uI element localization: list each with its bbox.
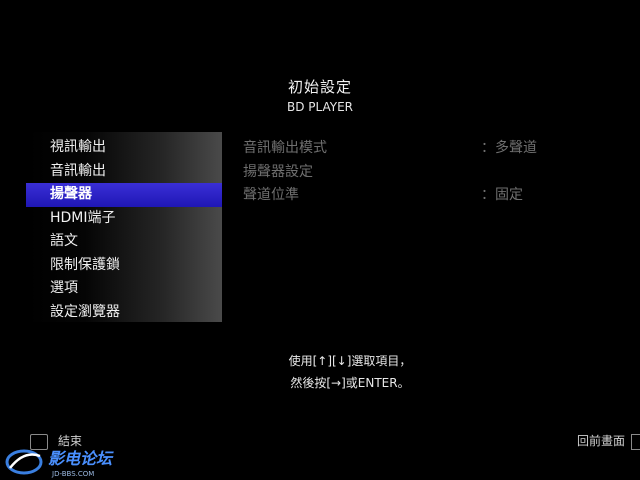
setting-row-speaker-setup[interactable]: 揚聲器設定	[243, 161, 623, 185]
setting-value: ：多聲道	[481, 140, 537, 156]
forum-watermark-logo: 影电论坛 JD-BBS.COM	[5, 449, 114, 478]
setup-screen: 初始設定 BD PLAYER 視訊輸出 音訊輸出 揚聲器 HDMI端子 語文 限…	[0, 0, 640, 480]
watermark-text: 影电论坛	[48, 449, 114, 468]
navigation-hint: 使用[↑][↓]選取項目， 然後按[→]或ENTER。	[0, 350, 640, 394]
menu-item-language[interactable]: 語文	[26, 230, 222, 254]
setting-row-audio-output-mode[interactable]: 音訊輸出模式 ：多聲道	[243, 137, 623, 161]
speaker-settings-list: 音訊輸出模式 ：多聲道 揚聲器設定 聲道位準 ：固定	[243, 137, 623, 208]
setting-row-channel-level[interactable]: 聲道位準 ：固定	[243, 184, 623, 208]
hint-line-2: 然後按[→]或ENTER。	[290, 376, 410, 390]
setting-label: 音訊輸出模式	[243, 140, 327, 156]
menu-item-hdmi[interactable]: HDMI端子	[26, 207, 222, 231]
watermark-url: JD-BBS.COM	[51, 470, 94, 478]
menu-item-parental-lock[interactable]: 限制保護鎖	[26, 254, 222, 278]
menu-item-options[interactable]: 選項	[26, 277, 222, 301]
hint-line-1: 使用[↑][↓]選取項目，	[288, 354, 412, 368]
back-label: 回前畫面	[576, 434, 625, 448]
page-title: 初始設定	[287, 78, 352, 96]
menu-item-speaker[interactable]: 揚聲器	[26, 183, 222, 207]
menu-item-video-output[interactable]: 視訊輸出	[26, 136, 222, 160]
setup-menu: 視訊輸出 音訊輸出 揚聲器 HDMI端子 語文 限制保護鎖 選項 設定瀏覽器	[26, 136, 222, 324]
back-hint[interactable]: 回前畫面	[577, 432, 640, 450]
setting-label: 揚聲器設定	[243, 163, 313, 180]
back-key-icon	[631, 433, 640, 450]
setting-value: ：固定	[481, 187, 523, 203]
menu-item-audio-output[interactable]: 音訊輸出	[26, 160, 222, 184]
menu-item-browser-setup[interactable]: 設定瀏覽器	[26, 301, 222, 325]
setting-label: 聲道位準	[243, 187, 299, 203]
page-subtitle: BD PLAYER	[286, 100, 353, 114]
